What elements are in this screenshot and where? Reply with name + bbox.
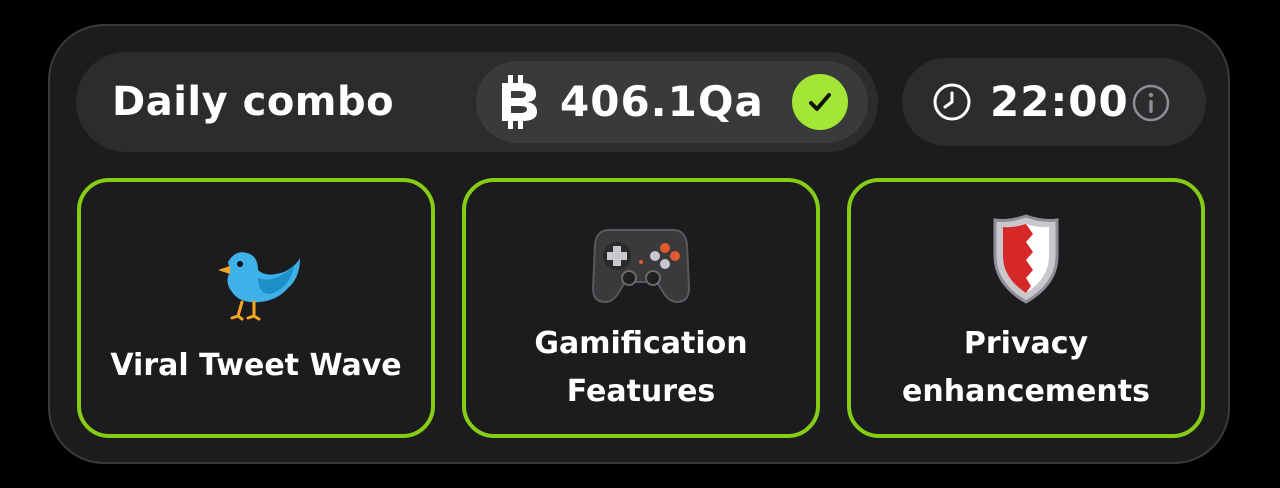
countdown-timer: 22:00: [902, 58, 1206, 146]
info-icon[interactable]: [1132, 84, 1170, 122]
panel-title: Daily combo: [112, 79, 395, 125]
daily-combo-panel: Daily combo 406.1Qa 22:00 Viral Tweet Wa…: [48, 24, 1230, 464]
shield-icon: [993, 214, 1059, 304]
card-label: Gamification Features: [534, 326, 748, 409]
card-label: Viral Tweet Wave: [110, 348, 402, 383]
card-label: Privacy enhancements: [902, 326, 1150, 409]
reward-balance: 406.1Qa: [476, 61, 868, 143]
bird-icon: [218, 252, 300, 321]
combo-card-privacy-enhancements[interactable]: Privacy enhancements: [847, 178, 1205, 438]
clock-icon: [933, 83, 971, 121]
daily-combo-header: Daily combo 406.1Qa: [76, 52, 878, 152]
gamepad-icon: [591, 229, 691, 304]
combo-card-gamification-features[interactable]: Gamification Features: [462, 178, 820, 438]
check-icon: [792, 74, 848, 130]
combo-card-viral-tweet-wave[interactable]: Viral Tweet Wave: [77, 178, 435, 438]
coin-icon: [502, 75, 537, 129]
timer-value: 22:00: [990, 77, 1129, 126]
balance-value: 406.1Qa: [560, 77, 764, 126]
